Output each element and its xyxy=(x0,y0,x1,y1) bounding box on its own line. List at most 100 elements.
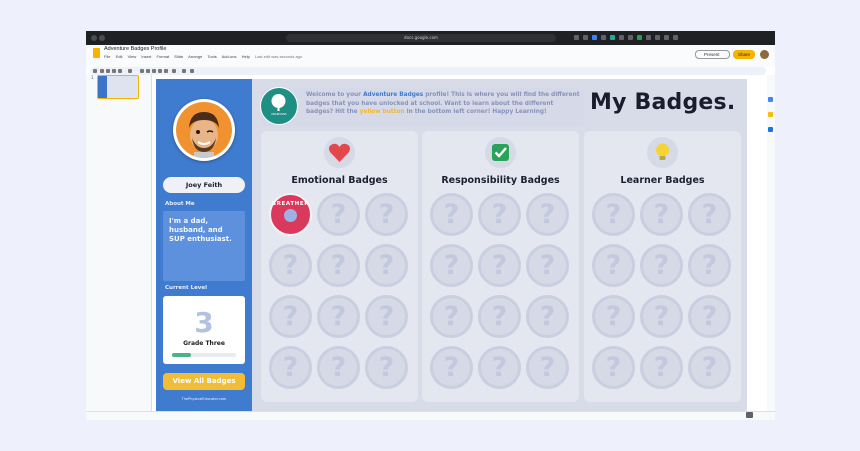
locked-badge[interactable]: ? xyxy=(592,295,635,338)
zoom-icon[interactable] xyxy=(128,69,132,73)
locked-badge[interactable]: ? xyxy=(688,295,731,338)
menu-item-tools[interactable]: Tools xyxy=(207,54,216,59)
extension-icon[interactable] xyxy=(673,35,678,40)
locked-badge[interactable]: ? xyxy=(640,295,683,338)
slides-logo-icon[interactable] xyxy=(93,48,100,58)
tasks-icon[interactable] xyxy=(768,127,773,132)
url-text: docs.google.com xyxy=(404,35,438,40)
account-avatar[interactable] xyxy=(760,50,769,59)
new-tab-icon[interactable] xyxy=(664,35,669,40)
locked-badge[interactable]: ? xyxy=(269,346,312,389)
extension-icon[interactable] xyxy=(655,35,660,40)
heart-icon xyxy=(329,143,350,162)
locked-badge[interactable]: ? xyxy=(430,346,473,389)
panel-title: Responsibility Badges xyxy=(441,175,560,186)
background-icon[interactable] xyxy=(182,69,186,73)
locked-badge[interactable]: ? xyxy=(365,193,408,236)
menu-item-slide[interactable]: Slide xyxy=(174,54,183,59)
shape-icon[interactable] xyxy=(158,69,162,73)
print-icon[interactable] xyxy=(112,69,116,73)
undo-icon[interactable] xyxy=(100,69,104,73)
locked-badge[interactable]: ? xyxy=(640,244,683,287)
extension-icon[interactable] xyxy=(637,35,642,40)
locked-badge[interactable]: ? xyxy=(365,346,408,389)
menu-item-insert[interactable]: Insert xyxy=(141,54,151,59)
locked-badge[interactable]: ? xyxy=(317,295,360,338)
locked-badge[interactable]: ? xyxy=(688,346,731,389)
extension-icon[interactable] xyxy=(592,35,597,40)
window-dot[interactable] xyxy=(99,35,105,41)
extension-icon[interactable] xyxy=(574,35,579,40)
locked-badge[interactable]: ? xyxy=(430,295,473,338)
menu-item-addons[interactable]: Add-ons xyxy=(222,54,237,59)
last-edit-status[interactable]: Last edit was seconds ago xyxy=(255,54,302,59)
locked-badge[interactable]: ? xyxy=(592,193,635,236)
textbox-icon[interactable] xyxy=(146,69,150,73)
extension-icon[interactable] xyxy=(628,35,633,40)
locked-badge[interactable]: ? xyxy=(526,346,569,389)
locked-badge[interactable]: ? xyxy=(365,244,408,287)
comment-icon[interactable] xyxy=(172,69,176,73)
locked-badge[interactable]: ? xyxy=(317,193,360,236)
locked-badge[interactable]: ? xyxy=(526,295,569,338)
image-icon[interactable] xyxy=(152,69,156,73)
redo-icon[interactable] xyxy=(106,69,110,73)
locked-badge[interactable]: ? xyxy=(430,244,473,287)
menu-item-help[interactable]: Help xyxy=(242,54,250,59)
locked-badge[interactable]: ? xyxy=(269,244,312,287)
badge-grid: BREATHER??????????? xyxy=(269,193,410,393)
question-mark-icon: ? xyxy=(701,199,718,230)
share-button[interactable]: Share xyxy=(733,50,755,59)
extension-icon[interactable] xyxy=(583,35,588,40)
select-icon[interactable] xyxy=(140,69,144,73)
add-icon[interactable] xyxy=(93,69,97,73)
extension-icon[interactable] xyxy=(610,35,615,40)
view-all-badges-button[interactable]: View All Badges xyxy=(163,373,245,390)
line-icon[interactable] xyxy=(164,69,168,73)
locked-badge[interactable]: ? xyxy=(640,346,683,389)
extension-icon[interactable] xyxy=(646,35,651,40)
level-card: 3 Grade Three xyxy=(163,296,245,364)
locked-badge[interactable]: ? xyxy=(269,295,312,338)
menu-item-view[interactable]: View xyxy=(128,54,137,59)
question-mark-icon: ? xyxy=(443,250,460,281)
earned-badge[interactable]: BREATHER xyxy=(269,193,312,236)
level-number: 3 xyxy=(194,306,214,339)
address-bar[interactable]: docs.google.com xyxy=(286,34,556,42)
menu-item-arrange[interactable]: Arrange xyxy=(188,54,202,59)
locked-badge[interactable]: ? xyxy=(478,295,521,338)
locked-badge[interactable]: ? xyxy=(478,244,521,287)
locked-badge[interactable]: ? xyxy=(526,193,569,236)
locked-badge[interactable]: ? xyxy=(592,244,635,287)
locked-badge[interactable]: ? xyxy=(526,244,569,287)
question-mark-icon: ? xyxy=(491,250,508,281)
locked-badge[interactable]: ? xyxy=(317,244,360,287)
locked-badge[interactable]: ? xyxy=(478,193,521,236)
present-button[interactable]: Present xyxy=(695,50,730,59)
paint-format-icon[interactable] xyxy=(118,69,122,73)
keep-icon[interactable] xyxy=(768,112,773,117)
site-footer-link[interactable]: ThePhysicalEducator.com xyxy=(156,397,252,401)
extension-icon[interactable] xyxy=(601,35,606,40)
locked-badge[interactable]: ? xyxy=(688,244,731,287)
calendar-icon[interactable] xyxy=(768,97,773,102)
browser-window: docs.google.com Adventure Badges Profile… xyxy=(86,31,775,420)
memoji-avatar-icon xyxy=(189,112,219,158)
window-dot[interactable] xyxy=(91,35,97,41)
locked-badge[interactable]: ? xyxy=(317,346,360,389)
locked-badge[interactable]: ? xyxy=(430,193,473,236)
layout-icon[interactable] xyxy=(190,69,194,73)
locked-badge[interactable]: ? xyxy=(365,295,408,338)
menu-item-file[interactable]: File xyxy=(104,54,110,59)
extension-icon[interactable] xyxy=(619,35,624,40)
slide-canvas[interactable]: Joey Feith About Me I'm a dad, husband, … xyxy=(156,79,747,411)
slide-thumbnail[interactable] xyxy=(97,75,139,99)
document-title[interactable]: Adventure Badges Profile xyxy=(104,46,166,52)
locked-badge[interactable]: ? xyxy=(478,346,521,389)
menu-item-format[interactable]: Format xyxy=(156,54,169,59)
locked-badge[interactable]: ? xyxy=(688,193,731,236)
locked-badge[interactable]: ? xyxy=(640,193,683,236)
menu-item-edit[interactable]: Edit xyxy=(116,54,123,59)
explore-icon[interactable] xyxy=(746,412,753,418)
locked-badge[interactable]: ? xyxy=(592,346,635,389)
